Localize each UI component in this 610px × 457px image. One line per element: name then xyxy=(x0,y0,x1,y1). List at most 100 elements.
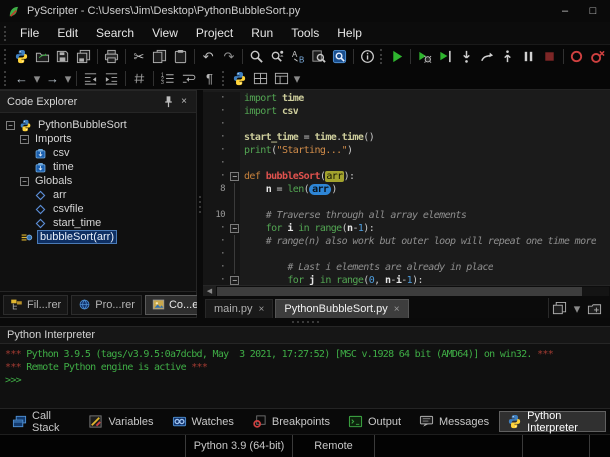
run-to-cursor-button[interactable] xyxy=(497,47,518,67)
code-editor[interactable]: ·import time·import csv··start_time = ti… xyxy=(203,90,610,285)
gutter-cell[interactable]: · xyxy=(203,92,229,105)
fold-margin[interactable]: − xyxy=(229,170,240,183)
fold-margin[interactable] xyxy=(229,92,240,105)
fold-margin[interactable] xyxy=(229,235,240,248)
step-over-button[interactable] xyxy=(456,47,477,67)
gutter-cell[interactable]: · xyxy=(203,274,229,285)
save-button[interactable] xyxy=(52,47,73,67)
window-list-button[interactable] xyxy=(549,298,570,318)
dock-tab-prorer[interactable]: Pro...rer xyxy=(71,295,142,315)
fold-margin[interactable] xyxy=(229,248,240,261)
undo-button[interactable]: ↶ xyxy=(198,47,219,67)
redo-button[interactable]: ↷ xyxy=(219,47,240,67)
new-python-module-button[interactable] xyxy=(11,47,32,67)
collapse-icon[interactable]: − xyxy=(6,121,15,130)
nav-forward-dropdown-button[interactable]: ▾ xyxy=(63,69,73,89)
maximize-button[interactable]: □ xyxy=(582,2,604,20)
gutter-cell[interactable]: · xyxy=(203,118,229,131)
recent-files-button[interactable] xyxy=(584,298,605,318)
gutter-cell[interactable]: · xyxy=(203,170,229,183)
ordered-list-button[interactable]: 123 xyxy=(157,69,178,89)
gutter-cell[interactable]: · xyxy=(203,131,229,144)
tree-item-time[interactable]: time xyxy=(0,160,196,174)
gutter-cell[interactable]: · xyxy=(203,157,229,170)
fold-margin[interactable] xyxy=(229,196,240,209)
fold-collapse-icon[interactable]: − xyxy=(230,276,239,285)
collapse-icon[interactable]: − xyxy=(20,177,29,186)
editor-hscrollbar[interactable]: ◀ xyxy=(203,285,610,296)
menu-item-project[interactable]: Project xyxy=(187,23,242,43)
nav-back-button[interactable]: ← xyxy=(11,69,32,89)
fold-margin[interactable] xyxy=(229,131,240,144)
dock-tab-filrer[interactable]: Fil...rer xyxy=(3,295,68,315)
pause-button[interactable] xyxy=(518,47,539,67)
menu-item-run[interactable]: Run xyxy=(242,23,282,43)
debug-tab-breakpoints[interactable]: Breakpoints xyxy=(244,411,338,432)
gutter-cell[interactable]: · xyxy=(203,248,229,261)
gutter-cell[interactable]: · xyxy=(203,144,229,157)
debug-tab-output[interactable]: Output xyxy=(340,411,409,432)
save-all-button[interactable] xyxy=(73,47,94,67)
find-next-button[interactable] xyxy=(267,47,288,67)
pin-panel-button[interactable] xyxy=(160,94,176,110)
fold-collapse-icon[interactable]: − xyxy=(230,224,239,233)
debug-button[interactable] xyxy=(414,47,435,67)
web-search-button[interactable] xyxy=(329,47,350,67)
toggle-breakpoint-button[interactable] xyxy=(566,47,587,67)
fold-margin[interactable]: − xyxy=(229,274,240,285)
collapse-icon[interactable]: − xyxy=(20,135,29,144)
debug-tab-python-interpreter[interactable]: Python Interpreter xyxy=(499,411,606,432)
close-panel-button[interactable]: × xyxy=(176,94,192,110)
tree-item-globals[interactable]: −Globals xyxy=(0,174,196,188)
show-special-chars-button[interactable]: ¶ xyxy=(199,69,220,89)
open-file-button[interactable] xyxy=(32,47,53,67)
nav-forward-button[interactable]: → xyxy=(42,69,63,89)
tree-item-pythonbubblesort[interactable]: −PythonBubbleSort xyxy=(0,118,196,132)
find-button[interactable] xyxy=(246,47,267,67)
menu-item-help[interactable]: Help xyxy=(328,23,371,43)
gutter-cell[interactable]: 8 xyxy=(203,183,229,196)
tree-item-imports[interactable]: −Imports xyxy=(0,132,196,146)
fold-margin[interactable] xyxy=(229,157,240,170)
python-engine-button[interactable] xyxy=(229,69,250,89)
find-in-files-button[interactable] xyxy=(308,47,329,67)
gutter-cell[interactable]: · xyxy=(203,222,229,235)
nav-back-dropdown-button[interactable]: ▾ xyxy=(32,69,42,89)
hscroll-track[interactable] xyxy=(217,287,609,296)
print-button[interactable] xyxy=(101,47,122,67)
hscroll-left-arrow[interactable]: ◀ xyxy=(203,286,216,297)
fold-margin[interactable] xyxy=(229,209,240,222)
copy-button[interactable] xyxy=(149,47,170,67)
editor-tab-main-py[interactable]: main.py× xyxy=(205,299,273,318)
fold-margin[interactable] xyxy=(229,261,240,274)
debug-tab-watches[interactable]: Watches xyxy=(164,411,242,432)
fold-margin[interactable]: − xyxy=(229,222,240,235)
gutter-cell[interactable]: · xyxy=(203,105,229,118)
help-button[interactable] xyxy=(357,47,378,67)
hscroll-thumb[interactable] xyxy=(217,287,582,296)
tree-item-arr[interactable]: arr xyxy=(0,188,196,202)
menu-item-search[interactable]: Search xyxy=(87,23,143,43)
horizontal-splitter[interactable] xyxy=(0,318,610,326)
editor-tab-pythonbubblesort-py[interactable]: PythonBubbleSort.py× xyxy=(275,299,408,318)
show-whitespace-button[interactable] xyxy=(129,69,150,89)
gutter-cell[interactable] xyxy=(203,196,229,209)
abort-debug-button[interactable] xyxy=(539,47,560,67)
fold-margin[interactable] xyxy=(229,144,240,157)
layouts-dropdown-button[interactable]: ▾ xyxy=(292,69,302,89)
debug-tab-messages[interactable]: Messages xyxy=(411,411,497,432)
window-list-dropdown-button[interactable]: ▾ xyxy=(572,298,582,318)
indent-block-button[interactable] xyxy=(101,69,122,89)
paste-button[interactable] xyxy=(170,47,191,67)
gutter-cell[interactable]: · xyxy=(203,235,229,248)
gutter-cell[interactable]: · xyxy=(203,261,229,274)
step-into-button[interactable] xyxy=(435,47,456,67)
tree-item-csv[interactable]: csv xyxy=(0,146,196,160)
menu-item-file[interactable]: File xyxy=(11,23,48,43)
minimize-button[interactable]: – xyxy=(554,2,576,20)
layouts-button[interactable] xyxy=(271,69,292,89)
menu-item-edit[interactable]: Edit xyxy=(48,23,87,43)
replace-button[interactable]: AB xyxy=(288,47,309,67)
ide-windows-grid-button[interactable] xyxy=(250,69,271,89)
run-button[interactable] xyxy=(387,47,408,67)
